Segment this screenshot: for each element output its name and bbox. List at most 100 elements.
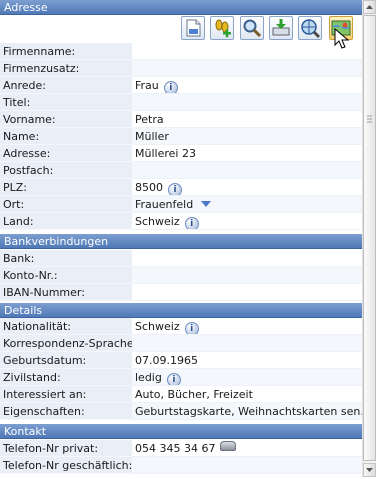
titel-label: Titel:	[0, 94, 132, 111]
telefon-privat-value: 054 345 34 67	[135, 442, 216, 455]
ort-label: Ort:	[0, 196, 132, 213]
new-document-button[interactable]	[181, 16, 205, 40]
web-search-icon	[301, 19, 321, 39]
dropdown-arrow-icon[interactable]	[201, 201, 212, 207]
anrede-value: Frau	[135, 79, 159, 92]
anrede-label: Anrede:	[0, 77, 132, 94]
bank-field[interactable]	[132, 250, 362, 267]
postfach-label: Postfach:	[0, 162, 132, 179]
nationalitaet-label: Nationalität:	[0, 318, 132, 335]
geburtsdatum-label: Geburtsdatum:	[0, 352, 132, 369]
konto-field[interactable]	[132, 267, 362, 284]
info-icon[interactable]: i	[184, 322, 199, 334]
row-name: Name: Müller	[0, 128, 362, 145]
add-footprints-icon	[215, 19, 231, 38]
vertical-scrollbar[interactable]	[362, 0, 376, 477]
firmenzusatz-field[interactable]	[132, 60, 362, 77]
row-firmenzusatz: Firmenzusatz:	[0, 60, 362, 77]
row-interessen: Interessiert an: Auto, Bücher, Freizeit	[0, 386, 362, 403]
geburtsdatum-field[interactable]: 07.09.1965	[132, 352, 362, 369]
postfach-field[interactable]	[132, 162, 362, 179]
section-header-adresse[interactable]: Adresse	[0, 0, 362, 15]
scroll-up-button[interactable]	[363, 0, 376, 14]
row-geburtsdatum: Geburtsdatum: 07.09.1965	[0, 352, 362, 369]
plz-value: 8500	[135, 181, 163, 194]
section-header-kontakt[interactable]: Kontakt	[0, 424, 362, 439]
row-postfach: Postfach:	[0, 162, 362, 179]
ort-value: Frauenfeld	[135, 198, 194, 211]
scroll-down-button[interactable]	[363, 463, 376, 477]
chevron-up-icon	[366, 5, 373, 9]
row-ort: Ort: Frauenfeld	[0, 196, 362, 213]
adresse-field[interactable]: Müllerei 23	[132, 145, 362, 162]
print-download-icon	[272, 19, 290, 36]
name-label: Name:	[0, 128, 132, 145]
sprache-field[interactable]	[132, 335, 362, 352]
row-zivilstand: Zivilstand: ledig i	[0, 369, 362, 386]
land-label: Land:	[0, 213, 132, 230]
row-telefon-privat: Telefon-Nr privat: 054 345 34 67	[0, 440, 362, 457]
mouse-cursor-icon	[334, 28, 350, 49]
telefon-geschaeftlich-label: Telefon-Nr geschäftlich:	[0, 457, 132, 474]
anrede-field[interactable]: Frau i	[132, 77, 362, 94]
vorname-label: Vorname:	[0, 111, 132, 128]
firmenname-label: Firmenname:	[0, 43, 132, 60]
search-button[interactable]	[240, 16, 264, 40]
konto-label: Konto-Nr.:	[0, 267, 132, 284]
grip-icon	[367, 115, 372, 123]
zivilstand-value: ledig	[135, 371, 162, 384]
row-firmenname: Firmenname:	[0, 43, 362, 60]
info-icon[interactable]: i	[184, 217, 199, 229]
interessen-field[interactable]: Auto, Bücher, Freizeit	[132, 386, 362, 403]
info-icon[interactable]: i	[166, 373, 181, 385]
new-document-icon	[186, 19, 201, 37]
vorname-field[interactable]: Petra	[132, 111, 362, 128]
section-header-bankverbindungen[interactable]: Bankverbindungen	[0, 234, 362, 249]
sprache-label: Korrespondenz-Sprache:	[0, 335, 132, 352]
zivilstand-field[interactable]: ledig i	[132, 369, 362, 386]
telefon-privat-label: Telefon-Nr privat:	[0, 440, 132, 457]
row-eigenschaften: Eigenschaften: Geburtstagskarte, Weihnac…	[0, 403, 362, 420]
row-vorname: Vorname: Petra	[0, 111, 362, 128]
row-nationalitaet: Nationalität: Schweiz i	[0, 318, 362, 335]
row-adresse: Adresse: Müllerei 23	[0, 145, 362, 162]
iban-label: IBAN-Nummer:	[0, 284, 132, 301]
plz-label: PLZ:	[0, 179, 132, 196]
info-icon[interactable]: i	[168, 183, 182, 195]
firmenzusatz-label: Firmenzusatz:	[0, 60, 132, 77]
iban-field[interactable]	[132, 284, 362, 301]
firmenname-field[interactable]	[132, 43, 362, 60]
bank-label: Bank:	[0, 250, 132, 267]
interessen-label: Interessiert an:	[0, 386, 132, 403]
row-konto: Konto-Nr.:	[0, 267, 362, 284]
row-anrede: Anrede: Frau i	[0, 77, 362, 94]
search-icon	[243, 19, 262, 38]
nationalitaet-value: Schweiz	[135, 320, 180, 333]
info-icon[interactable]: i	[163, 81, 178, 93]
ort-field[interactable]: Frauenfeld	[132, 196, 362, 213]
telefon-privat-field[interactable]: 054 345 34 67	[132, 440, 362, 457]
toolbar	[0, 15, 362, 42]
land-value: Schweiz	[135, 215, 180, 228]
nationalitaet-field[interactable]: Schweiz i	[132, 318, 362, 335]
telefon-geschaeftlich-field[interactable]	[132, 457, 362, 474]
print-download-button[interactable]	[269, 16, 293, 40]
web-search-button[interactable]	[298, 16, 322, 40]
row-iban: IBAN-Nummer:	[0, 284, 362, 301]
adresse-label: Adresse:	[0, 145, 132, 162]
row-telefon-geschaeftlich: Telefon-Nr geschäftlich:	[0, 457, 362, 474]
eigenschaften-field[interactable]: Geburtstagskarte, Weihnachtskarten sen..…	[132, 403, 362, 420]
row-titel: Titel:	[0, 94, 362, 111]
name-field[interactable]: Müller	[132, 128, 362, 145]
chevron-down-icon	[366, 468, 373, 472]
row-plz: PLZ: 8500 i	[0, 179, 362, 196]
land-field[interactable]: Schweiz i	[132, 213, 362, 230]
row-bank: Bank:	[0, 250, 362, 267]
phone-icon[interactable]	[220, 441, 237, 451]
plz-field[interactable]: 8500 i	[132, 179, 362, 196]
section-header-details[interactable]: Details	[0, 303, 362, 318]
scroll-thumb[interactable]	[363, 15, 376, 461]
titel-field[interactable]	[132, 94, 362, 111]
row-sprache: Korrespondenz-Sprache:	[0, 335, 362, 352]
add-entry-button[interactable]	[210, 16, 234, 40]
